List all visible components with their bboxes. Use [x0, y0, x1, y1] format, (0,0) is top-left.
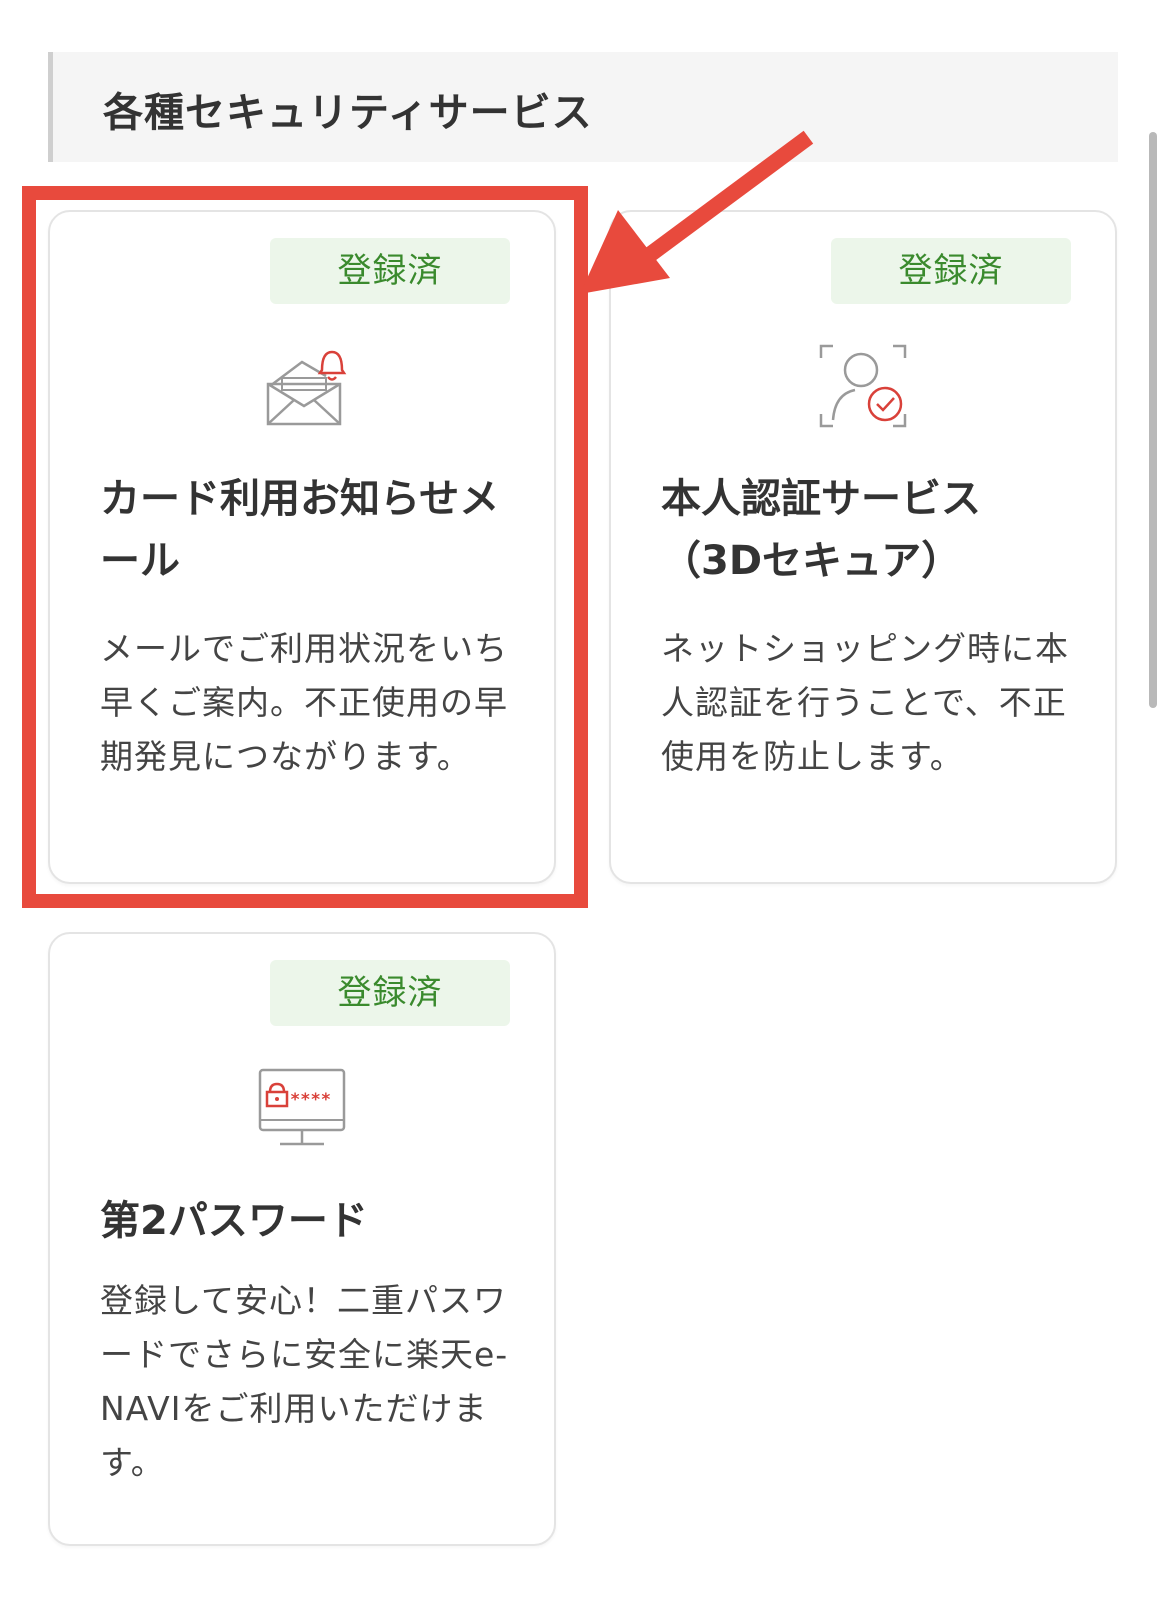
monitor-password-icon: **** — [254, 1060, 350, 1156]
mail-bell-icon — [254, 338, 350, 434]
service-card-3d-secure[interactable]: 登録済 本人認証サービス（3Dセキュア） ネットショッピング時に本人認証を行うこ… — [609, 210, 1117, 884]
card-title: 第2パスワード — [100, 1198, 368, 1244]
scrollbar[interactable] — [1149, 132, 1157, 708]
registered-badge: 登録済 — [270, 238, 510, 304]
card-description: メールでご利用状況をいち早くご案内。不正使用の早期発見につながります。 — [100, 629, 508, 776]
section-title: 各種セキュリティサービス — [103, 90, 593, 136]
section-header: 各種セキュリティサービス — [48, 52, 1118, 162]
card-title: 本人認証サービス（3Dセキュア） — [661, 476, 981, 584]
card-description: 登録して安心！二重パスワードでさらに安全に楽天e-NAVIをご利用いただけます。 — [100, 1281, 509, 1482]
page: 各種セキュリティサービス 登録済 カード利用お知らせメール メールでご利用状況を… — [0, 0, 1170, 1614]
registered-badge: 登録済 — [270, 960, 510, 1026]
card-title: カード利用お知らせメール — [100, 476, 500, 584]
registered-badge: 登録済 — [831, 238, 1071, 304]
card-description: ネットショッピング時に本人認証を行うことで、不正使用を防止します。 — [661, 629, 1069, 776]
password-mask-text: **** — [290, 1090, 331, 1110]
service-card-second-password[interactable]: 登録済 **** 第2パスワード 登録して安心！二重パスワードでさらに安全に楽天… — [48, 932, 556, 1546]
face-verify-icon — [815, 338, 911, 434]
service-card-card-usage-mail[interactable]: 登録済 カード利用お知らせメール メールでご利用状況をいち早くご案内。不正使用の… — [48, 210, 556, 884]
